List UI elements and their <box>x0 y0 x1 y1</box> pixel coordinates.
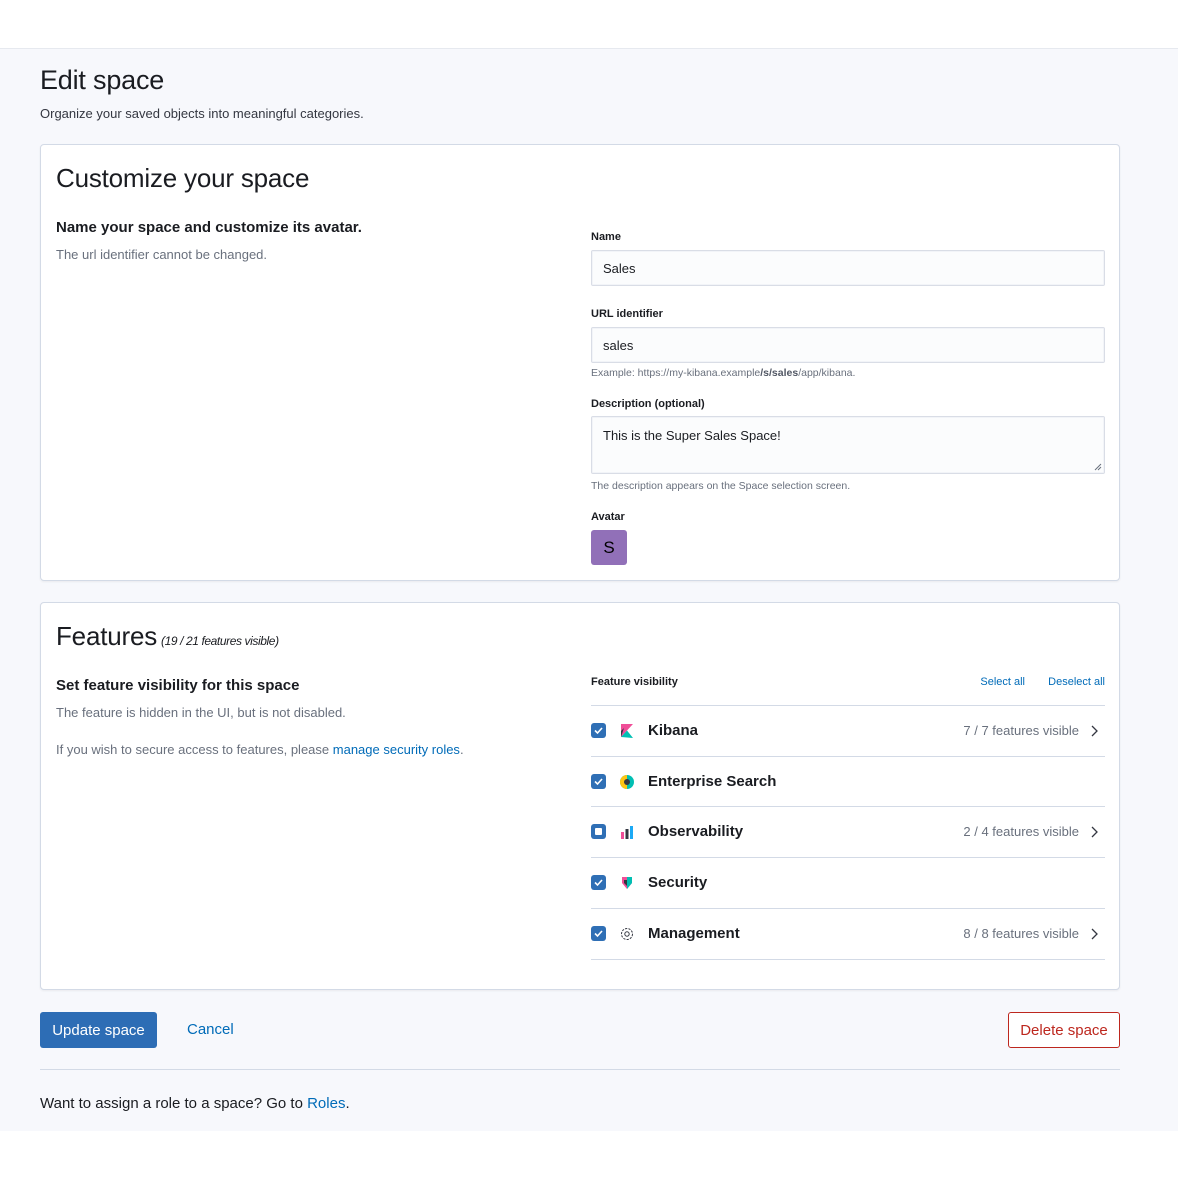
feature-row-security[interactable]: Security <box>591 858 1105 909</box>
security-logo-icon <box>622 877 632 889</box>
roles-link[interactable]: Roles <box>307 1095 345 1112</box>
cancel-button[interactable]: Cancel <box>187 1021 234 1038</box>
observability-chevron-right-icon[interactable] <box>1089 825 1099 839</box>
space-avatar[interactable]: S <box>591 530 627 565</box>
enterprise-search-feature-name: Enterprise Search <box>648 773 777 790</box>
enterprise-search-logo-icon <box>620 775 634 789</box>
kibana-feature-count: 7 / 7 features visible <box>963 723 1079 738</box>
delete-space-button[interactable]: Delete space <box>1008 1012 1120 1048</box>
observability-feature-count: 2 / 4 features visible <box>963 824 1079 839</box>
features-panel-title: Features (19 / 21 features visible) <box>56 621 279 651</box>
feature-visibility-label: Feature visibility <box>591 676 678 688</box>
kibana-checkbox[interactable] <box>591 723 606 738</box>
features-visible-count: (19 / 21 features visible) <box>161 634 279 648</box>
url-identifier-input[interactable]: sales <box>591 327 1105 363</box>
kibana-feature-name: Kibana <box>648 722 699 739</box>
features-panel: Features (19 / 21 features visible) Set f… <box>40 602 1120 990</box>
customize-description-text: The url identifier cannot be changed. <box>56 247 268 262</box>
feature-row-observability[interactable]: Observability 2 / 4 features visible <box>591 807 1105 858</box>
name-input-value: Sales <box>603 260 636 276</box>
deselect-all-button[interactable]: Deselect all <box>1048 676 1105 688</box>
feature-row-management[interactable]: Management 8 / 8 features visible <box>591 909 1105 960</box>
description-textarea[interactable]: This is the Super Sales Space! <box>591 416 1105 474</box>
gear-icon <box>621 928 633 940</box>
description-value: This is the Super Sales Space! <box>603 428 781 443</box>
features-description-text: The feature is hidden in the UI, but is … <box>56 705 346 720</box>
avatar-initial: S <box>603 537 615 557</box>
name-input[interactable]: Sales <box>591 250 1105 286</box>
kibana-logo-icon <box>621 724 633 738</box>
management-feature-count: 8 / 8 features visible <box>963 926 1079 941</box>
feature-visibility-header: Feature visibility Select all Deselect a… <box>591 676 1105 706</box>
kibana-chevron-right-icon[interactable] <box>1089 724 1099 738</box>
customize-description-title: Name your space and customize its avatar… <box>56 219 362 236</box>
management-chevron-right-icon[interactable] <box>1089 927 1099 941</box>
security-checkbox[interactable] <box>591 875 606 890</box>
url-identifier-value: sales <box>603 337 634 353</box>
resize-handle-icon[interactable] <box>1094 463 1102 471</box>
edit-space-page: Edit space Organize your saved objects i… <box>0 49 1178 1131</box>
footer-text: Want to assign a role to a space? Go to … <box>40 1095 350 1112</box>
update-space-button[interactable]: Update space <box>40 1012 157 1048</box>
page-subtitle: Organize your saved objects into meaning… <box>40 106 364 121</box>
management-checkbox[interactable] <box>591 926 606 941</box>
page-title: Edit space <box>40 65 165 95</box>
customize-panel-title: Customize your space <box>56 163 310 193</box>
url-identifier-label: URL identifier <box>591 308 663 320</box>
description-help: The description appears on the Space sel… <box>591 480 851 492</box>
enterprise-search-checkbox[interactable] <box>591 774 606 789</box>
observability-checkbox[interactable] <box>591 824 606 839</box>
feature-row-enterprise-search[interactable]: Enterprise Search <box>591 757 1105 807</box>
description-label: Description (optional) <box>591 398 705 410</box>
feature-row-kibana[interactable]: Kibana 7 / 7 features visible <box>591 706 1105 757</box>
management-feature-name: Management <box>648 925 740 942</box>
select-all-button[interactable]: Select all <box>980 676 1025 688</box>
footer-divider <box>40 1069 1120 1070</box>
name-label: Name <box>591 231 621 243</box>
manage-security-roles-link[interactable]: manage security roles <box>333 742 460 757</box>
customize-space-panel: Customize your space Name your space and… <box>40 144 1120 581</box>
observability-logo-icon <box>621 826 633 839</box>
features-description-title: Set feature visibility for this space <box>56 677 300 694</box>
top-header-bar <box>0 0 1178 49</box>
security-feature-name: Security <box>648 874 708 891</box>
observability-feature-name: Observability <box>648 823 744 840</box>
avatar-label: Avatar <box>591 511 625 523</box>
secure-access-text: If you wish to secure access to features… <box>56 742 464 757</box>
url-identifier-help: Example: https://my-kibana.example/s/sal… <box>591 367 856 379</box>
